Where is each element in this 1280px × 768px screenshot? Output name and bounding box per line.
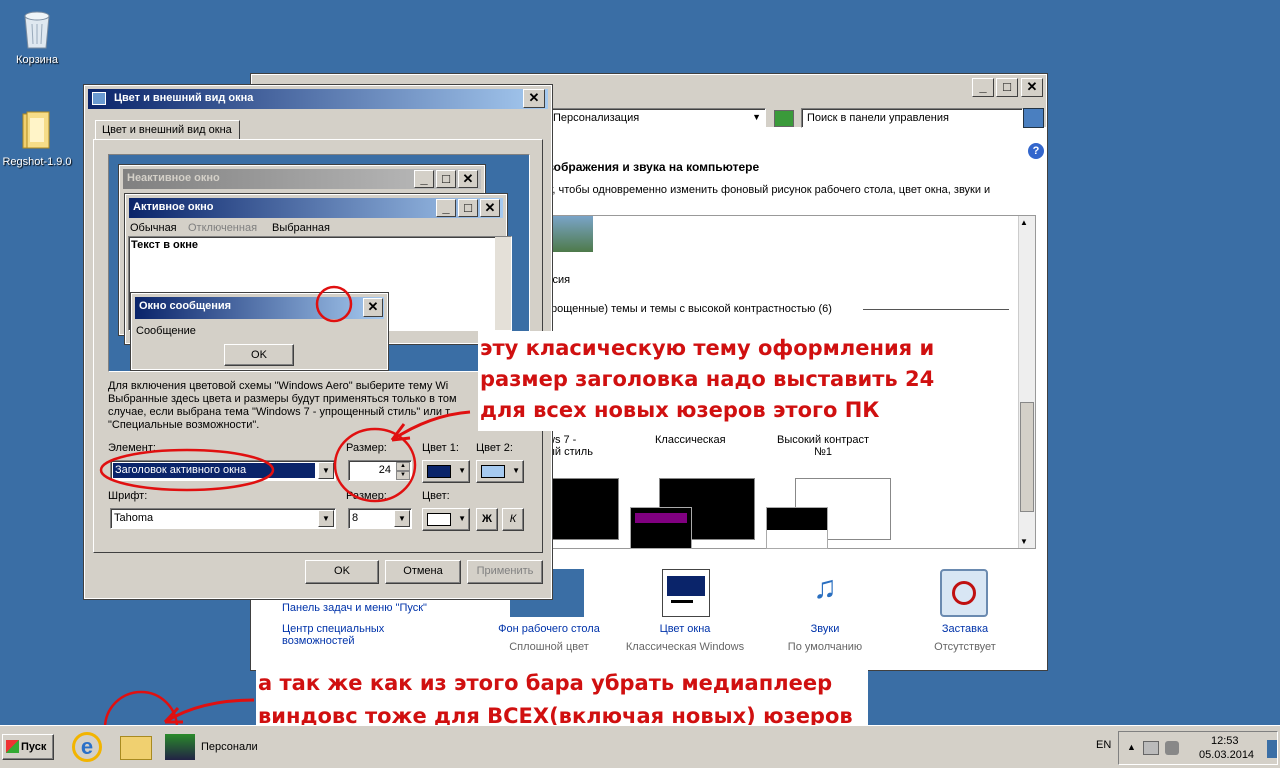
windows-logo-icon	[6, 740, 19, 753]
language-indicator[interactable]: EN	[1096, 739, 1111, 751]
taskbar: Пуск e Персонали EN ▲ 12:53 05.03.2014	[0, 725, 1280, 768]
speaker-icon[interactable]	[1165, 741, 1179, 755]
annotation-marks	[99, 285, 471, 766]
explorer-icon[interactable]	[120, 736, 152, 760]
clock-date[interactable]: 05.03.2014	[1199, 749, 1254, 761]
clock-time[interactable]: 12:53	[1211, 735, 1239, 747]
start-button[interactable]: Пуск	[2, 734, 54, 760]
element-circle	[99, 448, 275, 492]
network-icon[interactable]	[1143, 741, 1159, 755]
chevron-up-icon[interactable]: ▲	[1127, 742, 1136, 752]
arrow-to-taskbar	[164, 698, 255, 724]
personalization-task-label[interactable]: Персонали	[201, 741, 258, 753]
system-tray: ▲ 12:53 05.03.2014	[1118, 731, 1278, 765]
msg-title-circle	[315, 285, 353, 323]
start-label: Пуск	[21, 741, 47, 753]
show-desktop-icon[interactable]	[1267, 740, 1277, 758]
internet-explorer-icon[interactable]: e	[72, 732, 102, 762]
personalization-task-icon[interactable]	[165, 734, 195, 760]
